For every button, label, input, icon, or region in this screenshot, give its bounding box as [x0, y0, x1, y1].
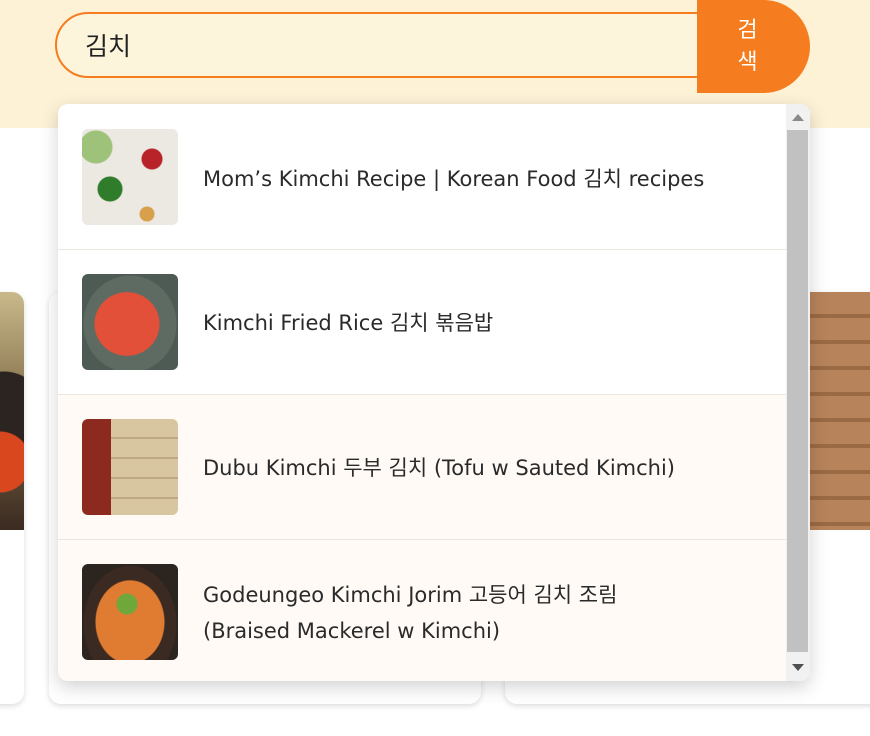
suggestion-item[interactable]: Godeungeo Kimchi Jorim 고등어 김치 조림 (Braise… [58, 540, 786, 681]
suggestion-item[interactable]: Dubu Kimchi 두부 김치 (Tofu w Sauted Kimchi) [58, 395, 786, 540]
suggestion-title-line2: (Braised Mackerel w Kimchi) [203, 619, 501, 643]
suggestion-list: Mom’s Kimchi Recipe | Korean Food 김치 rec… [58, 104, 786, 681]
page: 검 색 Mom’s Kimchi Recipe | Korean Food 김치… [0, 0, 870, 736]
suggestion-thumbnail [82, 274, 178, 370]
suggestion-thumbnail [82, 419, 178, 515]
scroll-down-arrow-icon[interactable] [792, 664, 804, 671]
search-input[interactable] [55, 12, 755, 78]
search-button-label-line2: 색 [737, 49, 758, 75]
suggestion-thumbnail [82, 129, 178, 225]
scrollbar-thumb[interactable] [787, 130, 808, 652]
suggestion-thumbnail [82, 564, 178, 660]
scroll-up-arrow-icon[interactable] [792, 114, 804, 121]
suggestion-title: Dubu Kimchi 두부 김치 (Tofu w Sauted Kimchi) [203, 456, 675, 480]
suggestion-title: Kimchi Fried Rice 김치 볶음밥 [203, 311, 494, 335]
suggestion-title: Godeungeo Kimchi Jorim 고등어 김치 조림 (Braise… [203, 577, 766, 649]
suggestion-item[interactable]: Mom’s Kimchi Recipe | Korean Food 김치 rec… [58, 104, 786, 250]
suggestion-title-line1: Godeungeo Kimchi Jorim 고등어 김치 조림 [203, 583, 618, 607]
search-button-label-line1: 검 [737, 17, 758, 43]
search-suggestions-dropdown: Mom’s Kimchi Recipe | Korean Food 김치 rec… [58, 104, 810, 681]
recipe-card[interactable] [0, 292, 24, 704]
suggestion-item[interactable]: Kimchi Fried Rice 김치 볶음밥 [58, 250, 786, 395]
dropdown-scrollbar[interactable] [786, 104, 810, 681]
recipe-card-photo [0, 292, 24, 530]
search-button[interactable]: 검 색 [697, 0, 810, 93]
suggestion-title: Mom’s Kimchi Recipe | Korean Food 김치 rec… [203, 167, 705, 191]
